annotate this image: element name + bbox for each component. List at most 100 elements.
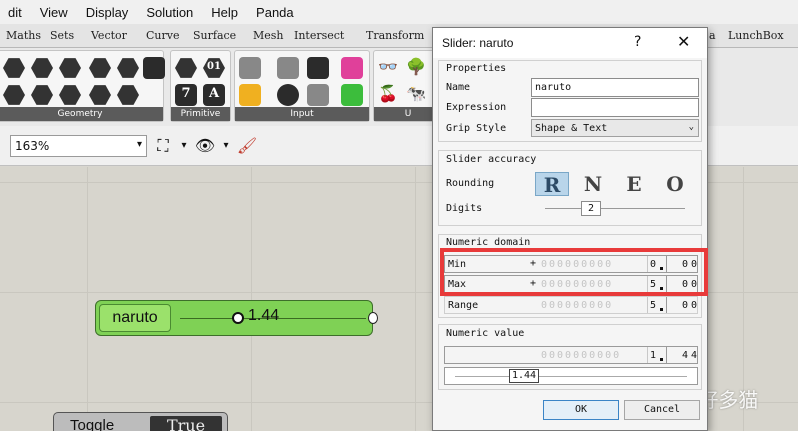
input-panel: Input (234, 50, 370, 122)
tab-mesh[interactable]: Mesh (253, 29, 284, 42)
geometry-icon[interactable] (117, 85, 139, 105)
primitive-icon[interactable]: 01 (203, 58, 225, 78)
menu-item-view[interactable]: View (32, 5, 78, 20)
geometry-icon[interactable] (31, 58, 53, 78)
toggle-value[interactable]: True (150, 416, 222, 431)
menu-bar: dit View Display Solution Help Panda (0, 0, 798, 24)
digits-track[interactable] (545, 208, 685, 209)
tab-curve[interactable]: Curve (146, 29, 179, 42)
boolean-toggle-component[interactable]: Toggle True (53, 412, 228, 431)
chevron-down-icon[interactable]: ▾ (222, 136, 230, 156)
menu-item-solution[interactable]: Solution (138, 5, 203, 20)
zoom-select[interactable]: 163% ▾ (10, 135, 147, 157)
zoom-extents-icon[interactable]: ⛶ (152, 136, 174, 156)
range-placeholder-digits: 000000000 (541, 300, 614, 311)
rounding-e-button[interactable]: E (617, 172, 651, 196)
glasses-icon[interactable]: 👓 (378, 57, 400, 79)
dialog-title: Slider: naruto (442, 36, 514, 50)
tab-partial[interactable]: a (709, 29, 716, 42)
input-icon[interactable] (341, 57, 363, 79)
expression-field[interactable] (531, 98, 699, 117)
range-label: Range (448, 300, 479, 311)
cancel-button[interactable]: Cancel (624, 400, 700, 420)
cherry-icon[interactable]: 🍒 (378, 84, 400, 106)
chevron-down-icon: ▾ (136, 139, 142, 150)
geometry-icon[interactable] (89, 85, 111, 105)
numeric-value-heading: Numeric value (446, 328, 525, 339)
slider-knob[interactable] (232, 312, 244, 324)
tab-surface[interactable]: Surface (193, 29, 236, 42)
tab-vector[interactable]: Vector (91, 29, 127, 42)
geometry-icon[interactable] (3, 58, 25, 78)
rounding-o-button[interactable]: O (658, 172, 692, 196)
slider-name[interactable]: naruto (99, 304, 171, 332)
menu-item-panda[interactable]: Panda (248, 5, 304, 20)
tab-sets[interactable]: Sets (50, 29, 74, 42)
geometry-panel: Geometry (0, 50, 165, 122)
value-integer[interactable]: 1 (650, 350, 656, 361)
grip-style-label: Grip Style (446, 123, 507, 134)
geometry-icon[interactable] (3, 85, 25, 105)
tab-intersect[interactable]: Intersect (294, 29, 344, 42)
panel-label: Primitive (171, 107, 230, 121)
value-slider-track[interactable] (455, 376, 687, 377)
rounding-label: Rounding (446, 178, 495, 189)
toggle-label: Toggle (70, 417, 115, 431)
range-integer: 5 (650, 300, 657, 311)
accuracy-heading: Slider accuracy (446, 154, 537, 165)
digits-value[interactable]: 2 (581, 201, 601, 216)
value-decimal[interactable]: 44 (670, 350, 700, 361)
input-icon[interactable] (239, 57, 261, 79)
digits-label: Digits (446, 203, 483, 214)
geometry-icon[interactable] (117, 58, 139, 78)
name-field[interactable]: naruto (531, 78, 699, 97)
eye-icon[interactable]: 👁 (194, 136, 216, 156)
close-button[interactable]: ✕ (677, 32, 690, 51)
menu-item-edit[interactable]: dit (0, 5, 32, 20)
domain-heading: Numeric domain (446, 237, 531, 248)
input-icon[interactable] (307, 84, 329, 106)
panel-label: Geometry (0, 107, 163, 121)
name-label: Name (446, 82, 471, 93)
value-row[interactable]: 0000000000 1 44 (444, 346, 698, 364)
ok-button[interactable]: OK (543, 400, 619, 420)
help-button[interactable]: ? (634, 34, 641, 50)
input-icon[interactable] (277, 84, 299, 106)
range-row: Range 000000000 5 00 (444, 296, 698, 314)
tab-maths[interactable]: Maths (6, 29, 41, 42)
geometry-icon[interactable] (59, 85, 81, 105)
tree-icon[interactable]: 🌳 (406, 57, 428, 79)
primitive-icon[interactable]: A (203, 84, 225, 106)
geometry-icon[interactable] (143, 57, 165, 79)
cow-icon[interactable]: 🐄 (406, 84, 428, 106)
chevron-down-icon: ⌄ (688, 122, 694, 132)
menu-item-help[interactable]: Help (203, 5, 248, 20)
primitive-icon[interactable]: 7 (175, 84, 197, 106)
menu-item-display[interactable]: Display (78, 5, 139, 20)
brush-icon[interactable]: 🖌 (236, 136, 258, 156)
rounding-r-button[interactable]: R (535, 172, 569, 197)
geometry-icon[interactable] (89, 58, 111, 78)
tab-transform[interactable]: Transform (366, 29, 424, 42)
grip-style-select[interactable]: Shape & Text ⌄ (531, 119, 699, 137)
primitive-panel: 01 7 A Primitive (170, 50, 231, 122)
slider-value: 1.44 (248, 307, 280, 324)
geometry-icon[interactable] (59, 58, 81, 78)
properties-heading: Properties (446, 63, 507, 74)
geometry-icon[interactable] (31, 85, 53, 105)
range-decimal: 00 (681, 300, 700, 311)
chevron-down-icon[interactable]: ▾ (180, 136, 188, 156)
value-slider[interactable]: 1.44 (444, 367, 698, 385)
tab-lunchbox[interactable]: LunchBox (728, 29, 784, 42)
input-icon[interactable] (277, 57, 299, 79)
rounding-n-button[interactable]: N (576, 172, 610, 196)
input-icon[interactable] (307, 57, 329, 79)
highlight-box (440, 248, 708, 296)
input-icon[interactable] (341, 84, 363, 106)
primitive-icon[interactable] (175, 58, 197, 78)
input-icon[interactable] (239, 84, 261, 106)
grip-style-value: Shape & Text (535, 123, 608, 134)
value-slider-thumb[interactable]: 1.44 (509, 369, 539, 383)
output-grip[interactable] (368, 312, 378, 324)
number-slider-component[interactable]: naruto 1.44 (95, 300, 378, 336)
